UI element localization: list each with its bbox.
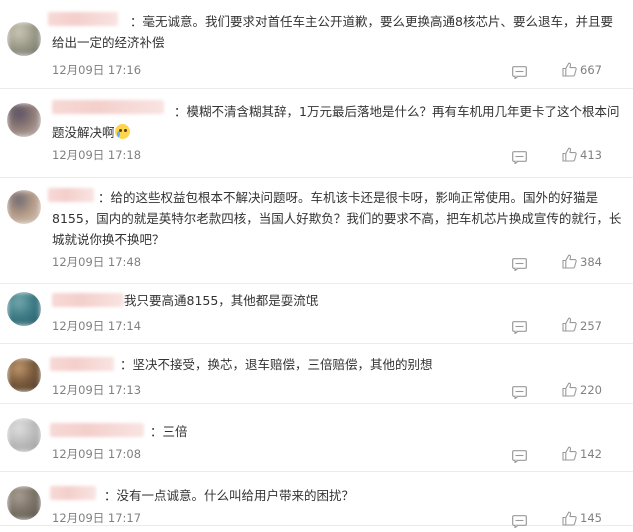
comment-icon[interactable] <box>512 448 527 464</box>
thumbs-up-icon[interactable] <box>562 317 577 332</box>
comment-text: 我只要高通8155，其他都是耍流氓 <box>52 290 622 311</box>
avatar[interactable] <box>7 190 41 224</box>
comment-timestamp: 12月09日 17:14 <box>52 319 142 333</box>
comment-text: ：三倍 <box>52 421 622 442</box>
comment-body: ：没有一点诚意。什么叫给用户带来的困扰？ <box>104 488 355 503</box>
comment-icon[interactable] <box>512 149 527 165</box>
like-count: 413 <box>580 148 602 162</box>
avatar[interactable] <box>7 358 41 392</box>
comment-body: ：坚决不接受，换芯，退车赔偿，三倍赔偿，其他的别想 <box>120 357 433 372</box>
like-count: 667 <box>580 63 602 77</box>
thumbs-up-icon[interactable] <box>562 446 577 461</box>
comment-text: ：坚决不接受，换芯，退车赔偿，三倍赔偿，其他的别想 <box>52 354 622 375</box>
thumbs-up-icon[interactable] <box>562 254 577 269</box>
comment-text: ：给的这些权益包根本不解决问题呀。车机该卡还是很卡呀，影响正常使用。国外的好猫是… <box>52 187 622 250</box>
comment-icon[interactable] <box>512 256 527 272</box>
comment-timestamp: 12月09日 17:13 <box>52 383 142 397</box>
avatar[interactable] <box>7 292 41 326</box>
like-count: 142 <box>580 447 602 461</box>
comment-body: ：给的这些权益包根本不解决问题呀。车机该卡还是很卡呀，影响正常使用。国外的好猫是… <box>52 190 622 247</box>
comment-list: ：毫无诚意。我们要求对首任车主公开道歉，要么更换高通8核芯片、要么退车，并且要给… <box>0 0 633 529</box>
comment-timestamp: 12月09日 17:48 <box>52 255 142 269</box>
comment-icon[interactable] <box>512 384 527 400</box>
comment-icon[interactable] <box>512 319 527 335</box>
comment-body: ：毫无诚意。我们要求对首任车主公开道歉，要么更换高通8核芯片、要么退车，并且要给… <box>52 14 613 50</box>
avatar[interactable] <box>7 22 41 56</box>
comment-item: ：没有一点诚意。什么叫给用户带来的困扰？ 12月09日 17:17 145 <box>0 472 633 529</box>
comment-item: ：毫无诚意。我们要求对首任车主公开道歉，要么更换高通8核芯片、要么退车，并且要给… <box>0 0 633 89</box>
comment-item: ：三倍 12月09日 17:08 142 <box>0 404 633 472</box>
comment-item: ：模糊不清含糊其辞，1万元最后落地是什么？再有车机用几年更卡了这个根本问题没解决… <box>0 89 633 178</box>
comment-timestamp: 12月09日 17:08 <box>52 447 142 461</box>
comment-timestamp: 12月09日 17:16 <box>52 63 142 77</box>
thumbs-up-icon[interactable] <box>562 147 577 162</box>
like-count: 145 <box>580 511 602 525</box>
comment-body: ：三倍 <box>150 424 188 439</box>
thumbs-up-icon[interactable] <box>562 382 577 397</box>
comment-text: ：没有一点诚意。什么叫给用户带来的困扰？ <box>52 485 622 506</box>
avatar[interactable] <box>7 418 41 452</box>
thumbs-up-icon[interactable] <box>562 62 577 77</box>
comment-timestamp: 12月09日 17:18 <box>52 148 142 162</box>
avatar[interactable] <box>7 486 41 520</box>
comment-text: ：模糊不清含糊其辞，1万元最后落地是什么？再有车机用几年更卡了这个根本问题没解决… <box>52 101 622 143</box>
thumbs-up-icon[interactable] <box>562 511 577 526</box>
comment-item: ：给的这些权益包根本不解决问题呀。车机该卡还是很卡呀，影响正常使用。国外的好猫是… <box>0 178 633 284</box>
comment-item: ：坚决不接受，换芯，退车赔偿，三倍赔偿，其他的别想 12月09日 17:13 22… <box>0 344 633 404</box>
like-count: 220 <box>580 383 602 397</box>
comment-body: 我只要高通8155，其他都是耍流氓 <box>124 293 319 308</box>
avatar[interactable] <box>7 103 41 137</box>
comment-timestamp: 12月09日 17:17 <box>52 511 142 525</box>
comment-icon[interactable] <box>512 513 527 529</box>
crying-face-icon <box>114 124 130 139</box>
comment-text: ：毫无诚意。我们要求对首任车主公开道歉，要么更换高通8核芯片、要么退车，并且要给… <box>52 11 622 53</box>
like-count: 257 <box>580 319 602 333</box>
comment-item: 我只要高通8155，其他都是耍流氓 12月09日 17:14 257 <box>0 284 633 344</box>
comment-icon[interactable] <box>512 64 527 80</box>
like-count: 384 <box>580 255 602 269</box>
comment-body: ：模糊不清含糊其辞，1万元最后落地是什么？再有车机用几年更卡了这个根本问题没解决… <box>52 104 620 140</box>
